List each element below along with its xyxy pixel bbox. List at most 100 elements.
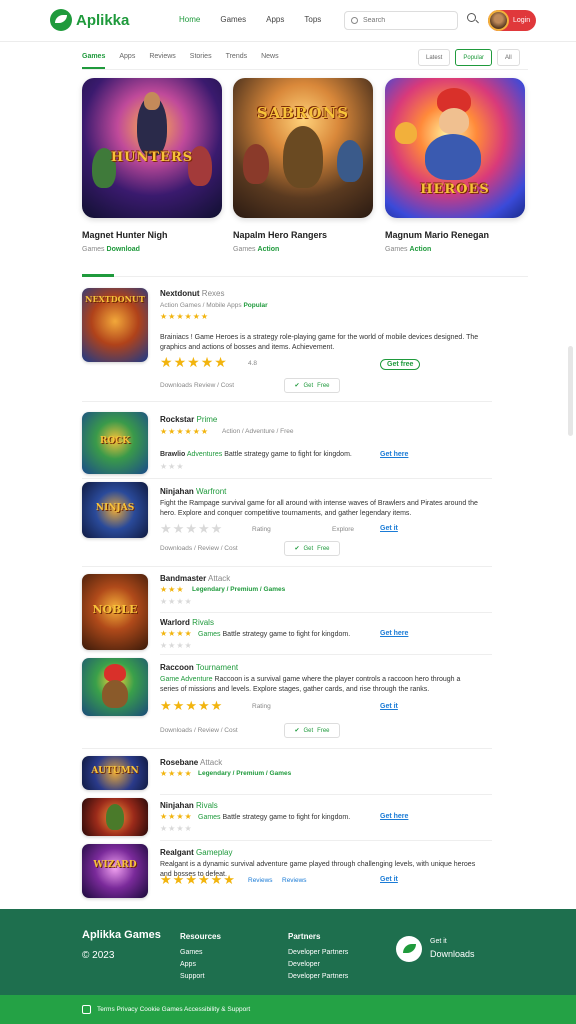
footer-brand: Aplikka Games (82, 929, 161, 941)
featured-title[interactable]: Magnum Mario Renegan (385, 230, 525, 240)
footer-col-resources: Resources Games Apps Support (180, 931, 221, 983)
item-divider (82, 478, 492, 479)
footer-link[interactable]: Support (180, 971, 221, 983)
item-title[interactable]: Ninjahan Rivals (160, 801, 218, 810)
get-it-link[interactable]: Get it (380, 525, 398, 532)
download-button[interactable]: ✔ Get Free (284, 723, 340, 738)
featured-card[interactable]: HUNTERS Magnet Hunter Nigh Games Downloa… (82, 78, 222, 253)
download-button[interactable]: ✔ Get Free (284, 541, 340, 556)
get-here-link[interactable]: Get here (380, 813, 408, 820)
app-thumbnail[interactable]: NINJAS (82, 482, 148, 538)
check-icon: ✔ (294, 546, 300, 552)
item-title[interactable]: Realgant Gameplay (160, 848, 233, 857)
filter-all[interactable]: All (497, 49, 520, 66)
footer-link[interactable]: Developer Partners (288, 971, 348, 983)
footer-link[interactable]: Developer (288, 959, 348, 971)
footer-link[interactable]: Games (180, 947, 221, 959)
nav-item-games[interactable]: Games (220, 15, 246, 24)
featured-title[interactable]: Napalm Hero Rangers (233, 230, 373, 240)
login-button[interactable]: Login (488, 10, 536, 31)
section-divider (82, 276, 528, 277)
scrollbar[interactable] (568, 346, 573, 436)
star-rating-small: ★ ★ ★ ★ (160, 641, 192, 650)
featured-image[interactable]: HEROES (385, 78, 525, 218)
app-badge-icon[interactable] (396, 936, 422, 962)
search-box[interactable] (344, 11, 458, 30)
item-description: Games Battle strategy game to fight for … (198, 814, 351, 821)
get-it-link[interactable]: Get it (380, 703, 398, 710)
list-item[interactable]: WIZARD Realgant Gameplay Realgant is a d… (82, 844, 492, 900)
tab-apps[interactable]: Apps (119, 53, 135, 69)
item-title[interactable]: Warlord Rivals (160, 618, 214, 627)
tab-stories[interactable]: Stories (190, 53, 212, 69)
bottom-links[interactable]: Terms Privacy Cookie Games Accessibility… (97, 1006, 250, 1013)
tab-reviews[interactable]: Reviews (149, 53, 175, 69)
tab-trends[interactable]: Trends (226, 53, 248, 69)
app-badge-text[interactable]: Get it Downloads (430, 936, 475, 960)
featured-art-text: HEROES (420, 182, 490, 197)
list-item[interactable]: NOBLE Bandmaster Attack ★ ★ ★ Legendary / … (82, 572, 492, 650)
featured-image[interactable]: SABRONS (233, 78, 373, 218)
info-icon (82, 1005, 91, 1014)
item-title[interactable]: Rockstar Prime (160, 415, 217, 424)
filter-latest[interactable]: Latest (418, 49, 451, 66)
get-it-link[interactable]: Get it (380, 876, 398, 883)
category-tabs: Games Apps Reviews Stories Trends News (82, 53, 279, 69)
app-thumbnail[interactable]: NEXTDONUT (82, 288, 148, 362)
download-button[interactable]: ✔ Get Free (284, 378, 340, 393)
get-here-link[interactable]: Get here (380, 451, 408, 458)
tab-games[interactable]: Games (82, 53, 106, 69)
search-input[interactable] (363, 17, 447, 24)
featured-title[interactable]: Magnet Hunter Nigh (82, 230, 222, 240)
list-item[interactable]: Raccoon Tournament Game Adventure Raccoo… (82, 658, 492, 742)
footer-copyright: © 2023 (82, 950, 115, 961)
search-button-icon[interactable] (467, 13, 479, 25)
list-item[interactable]: ROCK Rockstar Prime ★ ★ ★ ★ ★ ★ Action / Adve… (82, 412, 492, 476)
app-thumbnail[interactable]: WIZARD (82, 844, 148, 898)
footer-link[interactable]: Apps (180, 959, 221, 971)
tabs-divider (82, 69, 528, 70)
app-thumbnail[interactable] (82, 658, 148, 716)
app-thumbnail[interactable]: AUTUMN (82, 756, 148, 790)
item-title[interactable]: Nextdonut Rexes (160, 289, 224, 298)
featured-card[interactable]: SABRONS Napalm Hero Rangers Games Action (233, 78, 373, 253)
item-actions: Downloads Review / Cost (160, 382, 235, 389)
list-item[interactable]: AUTUMN Rosebane Attack ★ ★ ★ ★ Legendary / … (82, 756, 492, 794)
item-title[interactable]: Bandmaster Attack (160, 574, 230, 583)
tab-news[interactable]: News (261, 53, 279, 69)
item-description: Brainiacs ! Game Heroes is a strategy ro… (160, 334, 479, 351)
item-title[interactable]: Ninjahan Warfront (160, 487, 226, 496)
app-thumbnail[interactable] (82, 798, 148, 836)
nav-item-apps[interactable]: Apps (266, 15, 284, 24)
item-description: Brawlio Adventures Battle strategy game … (160, 451, 352, 458)
nav-item-home[interactable]: Home (179, 15, 200, 24)
filter-popular[interactable]: Popular (455, 49, 493, 66)
reviews-link[interactable]: Reviews (282, 877, 307, 884)
featured-image[interactable]: HUNTERS (82, 78, 222, 218)
nav-item-tops[interactable]: Tops (304, 15, 321, 24)
list-item[interactable]: NEXTDONUT Nextdonut Rexes Action Games /… (82, 288, 492, 398)
footer-link[interactable]: Developer Partners (288, 947, 348, 959)
logo[interactable]: Aplikka (50, 9, 129, 31)
list-item[interactable]: Warlord Rivals ★ ★ ★ ★ Games Battle strateg… (82, 616, 492, 654)
search-icon (351, 17, 358, 24)
get-here-link[interactable]: Get here (380, 630, 408, 637)
item-description: Fight the Rampage survival game for all … (160, 500, 478, 517)
item-title[interactable]: Raccoon Tournament (160, 663, 238, 672)
list-item[interactable]: NINJAS Ninjahan Warfront Fight the Rampa… (82, 482, 492, 562)
item-meta: Action Games / Mobile Apps Popular (160, 302, 268, 309)
featured-card[interactable]: HEROES Magnum Mario Renegan Games Action (385, 78, 525, 253)
footer: Aplikka Games © 2023 Resources Games App… (0, 909, 576, 995)
get-free-button[interactable]: Get free (380, 359, 421, 370)
item-title[interactable]: Rosebane Attack (160, 758, 222, 767)
star-rating-small: ★ ★ ★ ★ ★ ★ (160, 427, 209, 436)
featured-subtitle: Games Download (82, 246, 140, 253)
item-meta: Legendary / Premium / Games (192, 586, 286, 593)
featured-subtitle: Games Action (233, 246, 280, 253)
rating-value: 4.8 (248, 360, 258, 367)
list-item[interactable]: Ninjahan Rivals ★ ★ ★ ★ Games Battle strate… (82, 798, 492, 838)
featured-art-text: HUNTERS (110, 150, 194, 165)
app-thumbnail[interactable]: ROCK (82, 412, 148, 474)
item-description: Game Adventure Raccoon is a survival gam… (160, 676, 461, 693)
item-meta: Explore (332, 526, 355, 533)
